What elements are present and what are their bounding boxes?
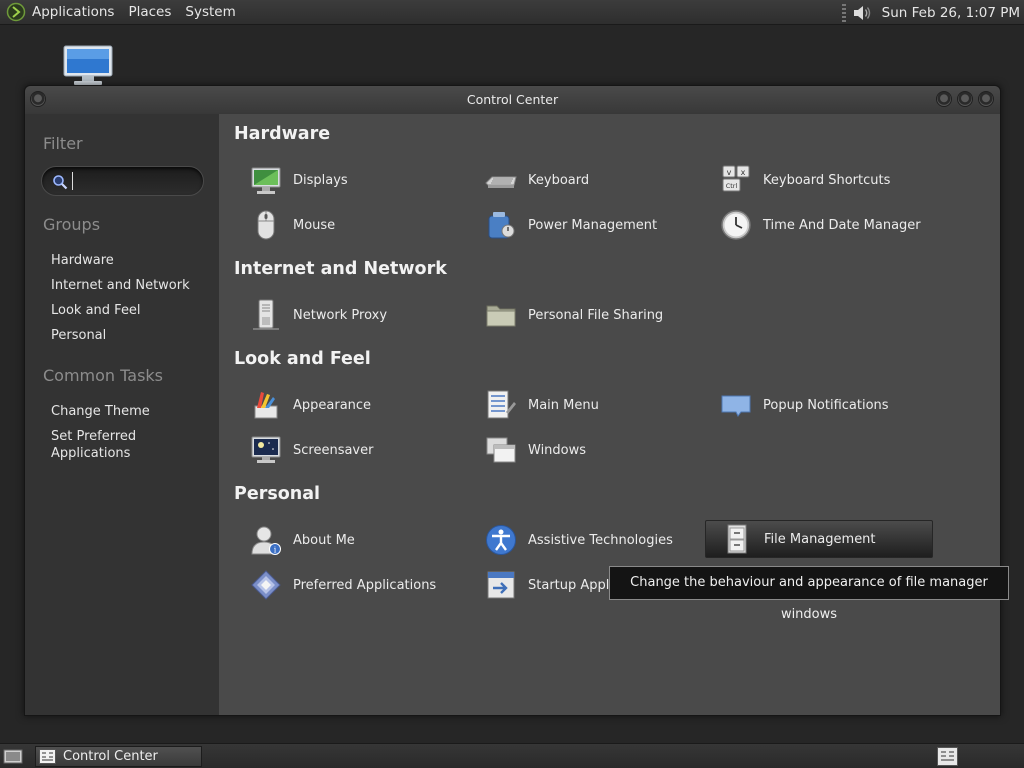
sidebar: Filter Groups Hardware Internet and Netw… <box>25 114 219 715</box>
taskbar-control-center[interactable]: Control Center <box>35 746 202 767</box>
tooltip: Change the behaviour and appearance of f… <box>609 566 1009 622</box>
item-label: Keyboard <box>528 172 590 188</box>
volume-icon[interactable] <box>852 4 872 22</box>
item-label: Time And Date Manager <box>763 217 921 233</box>
item-label: Power Management <box>528 217 658 233</box>
show-desktop-icon[interactable] <box>3 748 23 765</box>
applications-menu[interactable]: Applications <box>32 4 114 20</box>
startup-apps-icon <box>487 571 515 599</box>
svg-text:v: v <box>727 168 732 177</box>
item-label: Mouse <box>293 217 336 233</box>
item-network-proxy[interactable]: Network Proxy <box>235 296 463 334</box>
system-menu[interactable]: System <box>185 4 235 20</box>
window-title: Control Center <box>466 92 559 107</box>
section-title-internet-and-network: Internet and Network <box>234 259 447 279</box>
display-icon <box>251 167 281 194</box>
item-label: Appearance <box>293 397 372 413</box>
clock[interactable]: Sun Feb 26, 1:07 PM <box>882 5 1020 21</box>
item-displays[interactable]: Displays <box>235 161 463 199</box>
filter-heading: Filter <box>43 134 83 153</box>
item-preferred-applications[interactable]: Preferred Applications <box>235 566 463 604</box>
task-change-theme[interactable]: Change Theme <box>51 403 150 420</box>
power-management-icon <box>488 212 515 239</box>
item-label: Windows <box>528 442 587 458</box>
item-about-me[interactable]: i About Me <box>235 521 463 559</box>
content-area: Hardware Displays Keyboard v x Ctrl Keyb… <box>219 114 1000 715</box>
section-title-hardware: Hardware <box>234 124 331 144</box>
task-set-preferred-applications[interactable]: Set Preferred Applications <box>51 428 136 462</box>
sidebar-item-internet-and-network[interactable]: Internet and Network <box>51 277 190 294</box>
search-icon <box>53 175 68 190</box>
accessibility-icon <box>486 525 516 555</box>
folder-share-icon <box>486 305 516 327</box>
item-main-menu[interactable]: Main Menu <box>470 386 698 424</box>
item-screensaver[interactable]: Screensaver <box>235 431 463 469</box>
groups-heading: Groups <box>43 215 101 234</box>
keyboard-shortcuts-icon: v x Ctrl <box>722 165 750 192</box>
item-mouse[interactable]: Mouse <box>235 206 463 244</box>
section-title-look-and-feel: Look and Feel <box>234 349 371 369</box>
sidebar-item-personal[interactable]: Personal <box>51 327 106 344</box>
item-assistive-technologies[interactable]: Assistive Technologies <box>470 521 698 559</box>
item-label: Popup Notifications <box>763 397 889 413</box>
svg-text:x: x <box>741 168 746 177</box>
item-label: File Management <box>764 531 876 547</box>
item-label: Screensaver <box>293 442 374 458</box>
search-input[interactable] <box>72 172 192 190</box>
task-label: Control Center <box>63 749 158 764</box>
search-box[interactable] <box>41 166 204 196</box>
maximize-button[interactable] <box>957 91 973 107</box>
window-titlebar[interactable]: Control Center <box>25 86 1000 114</box>
item-label: Keyboard Shortcuts <box>763 172 891 188</box>
control-center-icon <box>39 749 56 764</box>
workspace-switcher-icon[interactable] <box>937 747 958 766</box>
mouse-icon <box>257 210 275 240</box>
clock-icon <box>721 210 751 240</box>
item-keyboard[interactable]: Keyboard <box>470 161 698 199</box>
bottom-panel: Control Center <box>0 743 1024 768</box>
item-keyboard-shortcuts[interactable]: v x Ctrl Keyboard Shortcuts <box>705 161 933 199</box>
preferred-apps-icon <box>251 570 281 600</box>
about-me-icon: i <box>251 526 281 555</box>
computer-desktop-icon[interactable] <box>62 44 114 86</box>
appearance-icon <box>254 392 278 419</box>
item-label: About Me <box>293 532 355 548</box>
mate-logo-icon[interactable] <box>6 2 26 22</box>
common-tasks-heading: Common Tasks <box>43 366 164 385</box>
item-time-and-date-manager[interactable]: Time And Date Manager <box>705 206 933 244</box>
panel-grip <box>841 3 846 22</box>
item-label: Assistive Technologies <box>528 532 673 548</box>
item-label: Network Proxy <box>293 307 388 323</box>
item-label: Displays <box>293 172 348 188</box>
network-proxy-icon <box>253 299 279 330</box>
sidebar-item-look-and-feel[interactable]: Look and Feel <box>51 302 141 319</box>
control-center-window: Control Center Filter Groups Hardware In… <box>24 85 1001 716</box>
svg-text:Ctrl: Ctrl <box>726 182 738 190</box>
item-popup-notifications[interactable]: Popup Notifications <box>705 386 933 424</box>
keyboard-icon <box>485 176 517 188</box>
item-label: Main Menu <box>528 397 599 413</box>
item-label: Personal File Sharing <box>528 307 664 323</box>
item-power-management[interactable]: Power Management <box>470 206 698 244</box>
screensaver-icon <box>251 436 281 463</box>
svg-text:i: i <box>274 546 277 555</box>
item-windows[interactable]: Windows <box>470 431 698 469</box>
section-title-personal: Personal <box>234 484 321 504</box>
main-menu-icon <box>487 390 516 419</box>
close-button[interactable] <box>978 91 994 107</box>
places-menu[interactable]: Places <box>128 4 171 20</box>
top-panel: Applications Places System Sun Feb 26, 1… <box>0 0 1024 25</box>
sidebar-item-hardware[interactable]: Hardware <box>51 252 114 269</box>
windows-icon <box>486 437 516 463</box>
item-personal-file-sharing[interactable]: Personal File Sharing <box>470 296 698 334</box>
notification-icon <box>721 395 751 417</box>
window-menu-button[interactable] <box>30 91 46 107</box>
file-cabinet-icon <box>727 524 747 554</box>
item-appearance[interactable]: Appearance <box>235 386 463 424</box>
panel-tray: Sun Feb 26, 1:07 PM <box>841 0 1024 25</box>
minimize-button[interactable] <box>936 91 952 107</box>
item-label: Preferred Applications <box>293 577 437 593</box>
item-file-management[interactable]: File Management <box>705 520 933 558</box>
